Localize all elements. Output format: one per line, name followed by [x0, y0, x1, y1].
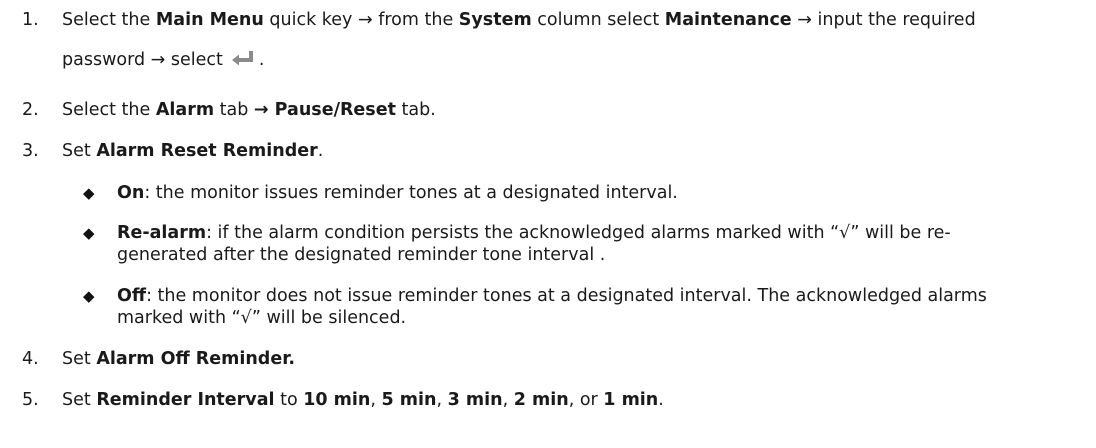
- interval-option: 2 min: [513, 390, 569, 410]
- enter-key-icon: [229, 51, 257, 72]
- diamond-bullet-icon: ◆: [83, 184, 95, 202]
- diamond-bullet-icon: ◆: [83, 287, 95, 305]
- option-on-label: On: [117, 183, 145, 203]
- arrow-icon: →: [253, 100, 269, 120]
- bullet-text-continued: generated after the designated reminder …: [117, 245, 606, 265]
- step-text: Select the Alarm tab → Pause/Reset tab.: [62, 100, 436, 120]
- maintenance-label: Maintenance: [664, 10, 792, 30]
- option-re-alarm-label: Re-alarm: [117, 223, 207, 243]
- bullet-text: Off: the monitor does not issue reminder…: [117, 286, 987, 306]
- bullet-text: Re-alarm: if the alarm condition persist…: [117, 223, 951, 243]
- step-text: Set Reminder Interval to 10 min, 5 min, …: [62, 390, 664, 410]
- step-text: Set Alarm Reset Reminder.: [62, 141, 324, 161]
- step-number: 4.: [22, 349, 39, 369]
- arrow-icon: →: [357, 10, 373, 30]
- step-text-continued: password → select.: [62, 50, 265, 72]
- step-number: 5.: [22, 390, 39, 410]
- interval-option: 5 min: [381, 390, 437, 410]
- bullet-text-continued: marked with “√” will be silenced.: [117, 308, 407, 328]
- option-off-label: Off: [117, 286, 147, 306]
- reminder-interval-label: Reminder Interval: [96, 390, 275, 410]
- arrow-icon: →: [150, 50, 166, 70]
- interval-option: 3 min: [447, 390, 503, 410]
- step-number: 1.: [22, 10, 39, 30]
- pause-reset-tab-label: Pause/Reset: [268, 100, 396, 120]
- interval-option: 1 min: [603, 390, 659, 410]
- alarm-reset-reminder-label: Alarm Reset Reminder: [96, 141, 318, 161]
- interval-option: 10 min: [303, 390, 371, 410]
- alarm-tab-label: Alarm: [155, 100, 215, 120]
- step-number: 3.: [22, 141, 39, 161]
- diamond-bullet-icon: ◆: [83, 224, 95, 242]
- bullet-text: On: the monitor issues reminder tones at…: [117, 183, 678, 203]
- step-text: Select the Main Menu quick key → from th…: [62, 10, 976, 30]
- step-number: 2.: [22, 100, 39, 120]
- system-label: System: [458, 10, 532, 30]
- main-menu-label: Main Menu: [155, 10, 264, 30]
- step-text: Set Alarm Off Reminder.: [62, 349, 295, 369]
- arrow-icon: →: [797, 10, 812, 30]
- alarm-off-reminder-label: Alarm Off Reminder.: [96, 349, 295, 369]
